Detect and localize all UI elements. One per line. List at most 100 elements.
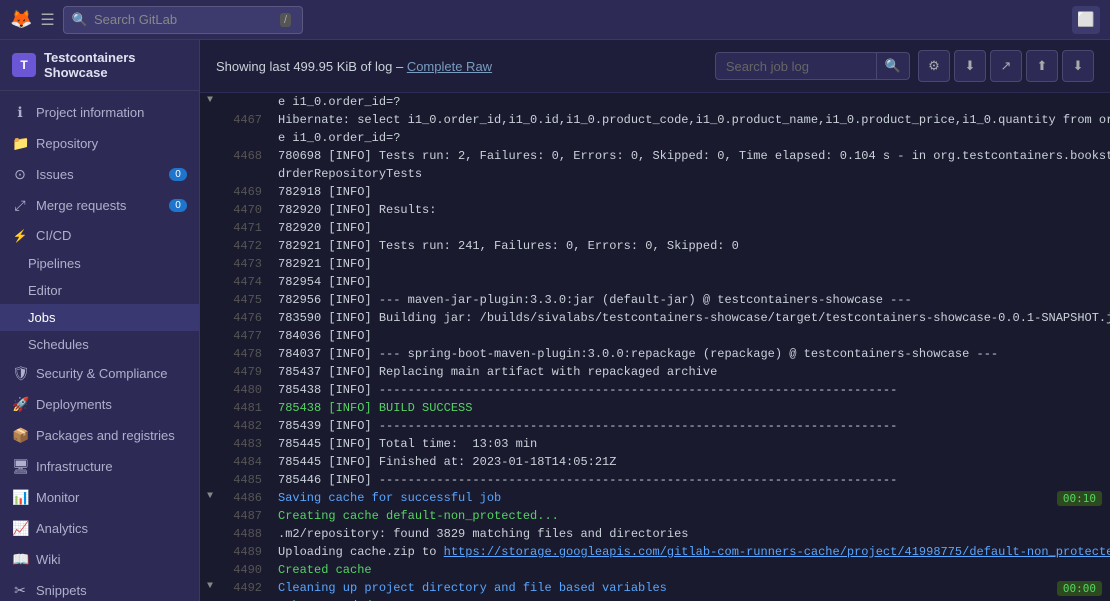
log-line-number: 4478 [220,345,270,363]
log-row: ▼4492Cleaning up project directory and f… [200,579,1110,597]
sidebar-nav: ℹ Project information 📁 Repository ⊙ Iss… [0,91,199,601]
log-expand-icon[interactable]: ▼ [200,93,220,108]
monitor-icon: 📊 [12,489,28,506]
log-line-content: 784036 [INFO] [270,327,1110,345]
log-info-text: Showing last 499.95 KiB of log – Complet… [216,59,707,74]
log-line-content: Created cache [270,561,1110,579]
sidebar-item-issues[interactable]: ⊙ Issues 0 [0,159,199,190]
log-expand-icon [200,129,220,133]
log-line-number [220,129,270,133]
sidebar-subitem-schedules[interactable]: Schedules [0,331,199,358]
pipelines-label: Pipelines [28,256,81,271]
sidebar-item-label: Security & Compliance [36,366,168,381]
log-line-number: 4486 [220,489,270,507]
hamburger-menu-icon[interactable]: ☰ [40,10,54,30]
log-line-content: 782920 [INFO] [270,219,1110,237]
log-line-content: Hibernate: select i1_0.order_id,i1_0.id,… [270,111,1110,129]
log-expand-icon [200,201,220,205]
log-expand-icon [200,525,220,529]
log-url-link[interactable]: https://storage.googleapis.com/gitlab-co… [444,545,1110,559]
log-row: 4469782918 [INFO] [200,183,1110,201]
log-line-number: 4473 [220,255,270,273]
log-area[interactable]: ▼ e i1_0.order_id=?4467Hibernate: select … [200,93,1110,601]
merge-request-icon: ⤢ [12,197,28,214]
log-line-content: drderRepositoryTests [270,165,1110,183]
project-name: Testcontainers Showcase [44,50,187,80]
merge-requests-badge: 0 [169,199,187,212]
sidebar-item-label: Repository [36,136,98,151]
header-action-download-button[interactable]: ⬇ [954,50,986,82]
repository-icon: 📁 [12,135,28,152]
log-expand-icon[interactable]: ▼ [200,489,220,504]
log-line-number: 4488 [220,525,270,543]
log-line-content: .m2/repository: found 3829 matching file… [270,525,1110,543]
job-log-search-button[interactable]: 🔍 [876,53,909,79]
header-action-scroll-top-button[interactable]: ⬆ [1026,50,1058,82]
sidebar-item-deployments[interactable]: 🚀 Deployments [0,389,199,420]
search-slash-shortcut: / [280,13,291,27]
log-row: 4479785437 [INFO] Replacing main artifac… [200,363,1110,381]
sidebar-item-cicd[interactable]: ⚡ CI/CD [0,221,199,250]
log-row: 4470782920 [INFO] Results: [200,201,1110,219]
sidebar-item-repository[interactable]: 📁 Repository [0,128,199,159]
sidebar-item-wiki[interactable]: 📖 Wiki [0,544,199,575]
log-expand-icon [200,237,220,241]
sidebar-project-header[interactable]: T Testcontainers Showcase [0,40,199,91]
jobs-label: Jobs [28,310,55,325]
global-search-input[interactable] [94,12,274,27]
log-row: e i1_0.order_id=? [200,129,1110,147]
log-expand-icon [200,399,220,403]
log-expand-icon [200,345,220,349]
sidebar-item-label: CI/CD [36,228,71,243]
sidebar: T Testcontainers Showcase ℹ Project info… [0,40,200,601]
log-line-content: Saving cache for successful job [270,489,1057,507]
log-line-number: 4487 [220,507,270,525]
sidebar-item-infrastructure[interactable]: 🖥 Infrastructure [0,451,199,482]
sidebar-subitem-jobs[interactable]: Jobs [0,304,199,331]
log-expand-icon[interactable]: ▼ [200,579,220,594]
log-line-content: 785438 [INFO] --------------------------… [270,381,1110,399]
sidebar-item-packages-registries[interactable]: 📦 Packages and registries [0,420,199,451]
log-row: 4476783590 [INFO] Building jar: /builds/… [200,309,1110,327]
sidebar-item-monitor[interactable]: 📊 Monitor [0,482,199,513]
infrastructure-icon: 🖥 [12,458,28,475]
log-row: 4483785445 [INFO] Total time: 13:03 min [200,435,1110,453]
job-log-search-input[interactable] [716,54,876,79]
log-line-number: 4485 [220,471,270,489]
header-action-scroll-bottom-button[interactable]: ⬇ [1062,50,1094,82]
sidebar-item-label: Issues [36,167,74,182]
sidebar-subitem-pipelines[interactable]: Pipelines [0,250,199,277]
log-row: 4481785438 [INFO] BUILD SUCCESS [200,399,1110,417]
deployments-icon: 🚀 [12,396,28,413]
log-line-content: 785445 [INFO] Total time: 13:03 min [270,435,1110,453]
log-expand-icon [200,435,220,439]
log-line-number [220,165,270,169]
header-action-settings-button[interactable]: ⚙ [918,50,950,82]
log-line-number: 4467 [220,111,270,129]
sidebar-item-snippets[interactable]: ✂ Snippets [0,575,199,601]
topbar-icon-button[interactable]: ⬜ [1072,6,1100,34]
log-line-number: 4470 [220,201,270,219]
log-line-content: 784037 [INFO] --- spring-boot-maven-plug… [270,345,1110,363]
log-line-content: 785445 [INFO] Finished at: 2023-01-18T14… [270,453,1110,471]
log-expand-icon [200,183,220,187]
log-expand-icon [200,255,220,259]
log-row: 4482785439 [INFO] ----------------------… [200,417,1110,435]
sidebar-item-project-info[interactable]: ℹ Project information [0,97,199,128]
log-row: 4478784037 [INFO] --- spring-boot-maven-… [200,345,1110,363]
log-row: 4485785446 [INFO] ----------------------… [200,471,1110,489]
header-action-share-button[interactable]: ↗ [990,50,1022,82]
log-time-badge: 00:00 [1057,581,1102,596]
sidebar-item-analytics[interactable]: 📈 Analytics [0,513,199,544]
sidebar-item-merge-requests[interactable]: ⤢ Merge requests 0 [0,190,199,221]
log-line-content: Cleaning up project directory and file b… [270,579,1057,597]
log-row: 4477784036 [INFO] [200,327,1110,345]
sidebar-subitem-editor[interactable]: Editor [0,277,199,304]
complete-raw-link[interactable]: Complete Raw [407,59,492,74]
log-row: 4471782920 [INFO] [200,219,1110,237]
sidebar-item-security-compliance[interactable]: 🛡 Security & Compliance [0,358,199,389]
log-line-content: e i1_0.order_id=? [270,129,1110,147]
sidebar-item-label: Merge requests [36,198,126,213]
log-line-content: 785439 [INFO] --------------------------… [270,417,1110,435]
project-avatar: T [12,53,36,77]
